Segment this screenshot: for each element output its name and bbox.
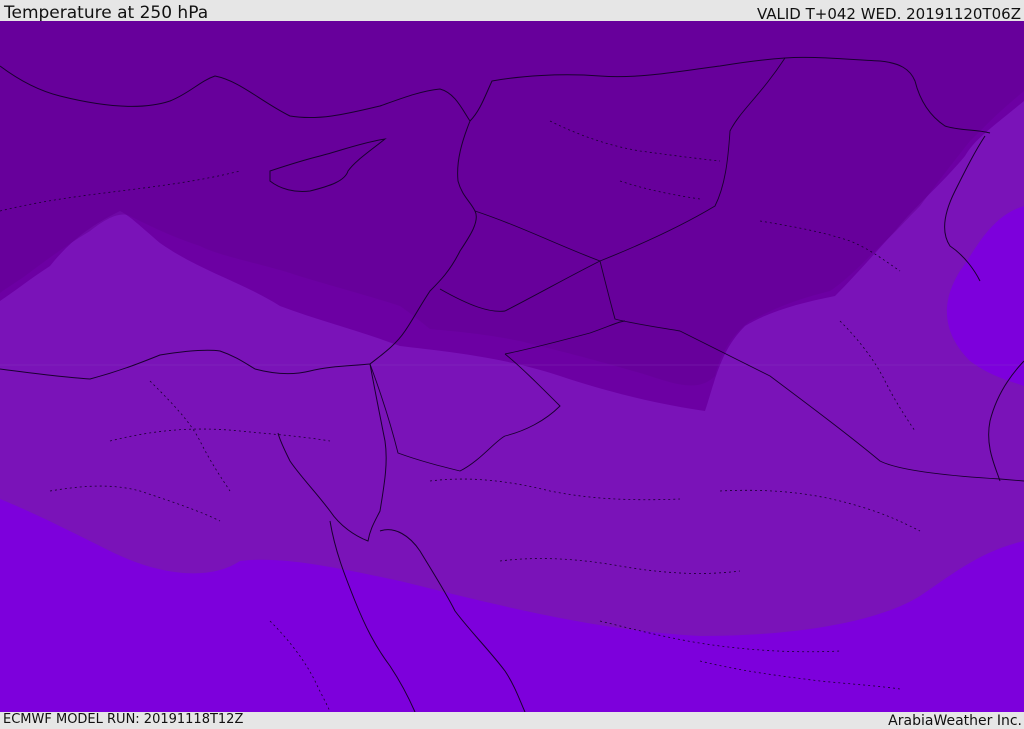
credit-label: ArabiaWeather Inc. [888,713,1022,729]
map-title: Temperature at 250 hPa [4,3,209,23]
header-bar: Temperature at 250 hPa VALID T+042 WED. … [0,0,1024,23]
model-run-label: ECMWF MODEL RUN: 20191118T12Z [3,712,244,727]
temperature-map [0,21,1024,712]
footer-bar: ECMWF MODEL RUN: 20191118T12Z ArabiaWeat… [0,712,1024,729]
